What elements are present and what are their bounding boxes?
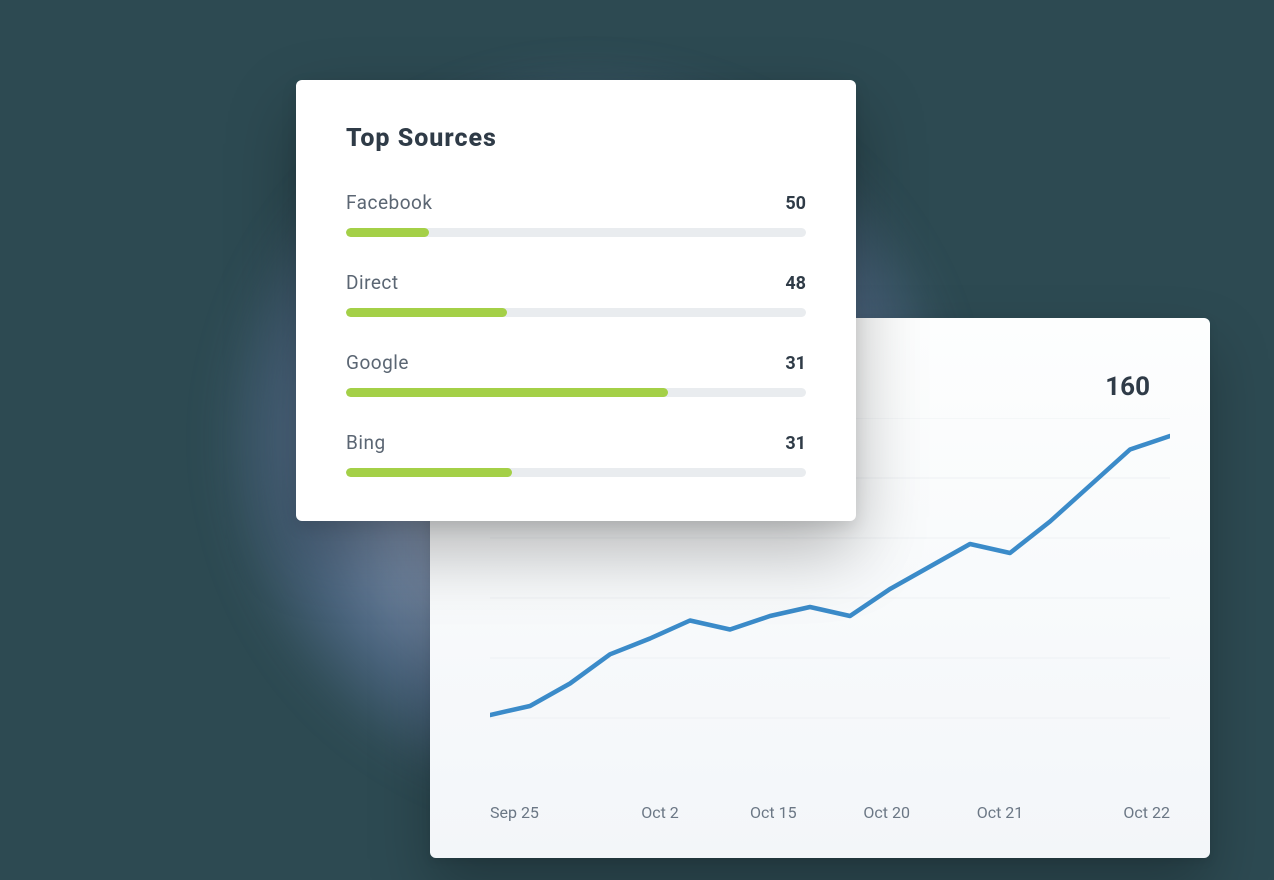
source-item: Facebook 50	[346, 191, 806, 237]
source-bar-track	[346, 468, 806, 477]
source-row: Direct 48	[346, 271, 806, 294]
source-label: Direct	[346, 271, 399, 294]
source-label: Bing	[346, 431, 386, 454]
x-tick: Oct 21	[943, 803, 1056, 822]
x-tick: Oct 2	[603, 803, 716, 822]
source-bar-fill	[346, 308, 507, 317]
source-bar-track	[346, 388, 806, 397]
source-item: Bing 31	[346, 431, 806, 477]
source-value: 48	[785, 273, 806, 294]
source-item: Direct 48	[346, 271, 806, 317]
top-sources-title: Top Sources	[346, 124, 806, 153]
line-metric-value: 160	[1105, 372, 1150, 402]
source-item: Google 31	[346, 351, 806, 397]
top-sources-list: Facebook 50 Direct 48 Google 31 Bing 31	[346, 191, 806, 477]
x-tick: Oct 15	[717, 803, 830, 822]
x-tick: Oct 20	[830, 803, 943, 822]
source-row: Bing 31	[346, 431, 806, 454]
source-value: 31	[785, 433, 806, 454]
source-label: Google	[346, 351, 409, 374]
source-row: Facebook 50	[346, 191, 806, 214]
source-row: Google 31	[346, 351, 806, 374]
source-bar-fill	[346, 388, 668, 397]
line-chart-x-axis: Sep 25Oct 2Oct 15Oct 20Oct 21Oct 22	[490, 803, 1170, 822]
source-value: 31	[785, 353, 806, 374]
top-sources-card: Top Sources Facebook50Direct48Google31Bi…	[296, 80, 856, 521]
source-bar-fill	[346, 468, 512, 477]
source-label: Facebook	[346, 191, 433, 214]
source-bar-track	[346, 228, 806, 237]
source-value: 50	[785, 193, 806, 214]
source-bar-fill	[346, 228, 429, 237]
x-tick: Sep 25	[490, 803, 603, 822]
source-bar-track	[346, 308, 806, 317]
x-tick: Oct 22	[1057, 803, 1170, 822]
